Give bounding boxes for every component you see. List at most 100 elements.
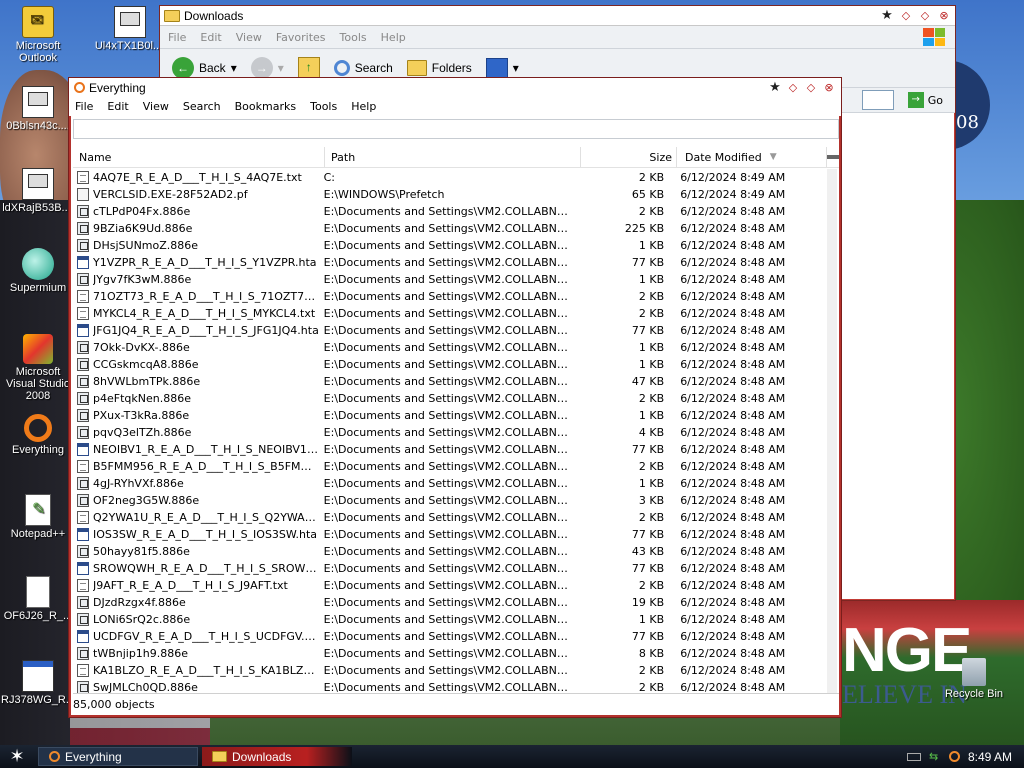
table-row[interactable]: KA1BLZO_R_E_A_D___T_H_I_S_KA1BLZO.txt E:\… xyxy=(73,662,827,679)
table-row[interactable]: Y1VZPR_R_E_A_D___T_H_I_S_Y1VZPR.hta E:\Do… xyxy=(73,254,827,271)
everything-menu-bar: File Edit View Search Bookmarks Tools He… xyxy=(69,97,841,116)
table-row[interactable]: pqvQ3elTZh.886e E:\Documents and Settings… xyxy=(73,424,827,441)
table-row[interactable]: cTLPdP04Fx.886e E:\Documents and Settings… xyxy=(73,203,827,220)
table-row[interactable]: 8hVWLbmTPk.886e E:\Documents and Settings… xyxy=(73,373,827,390)
search-input[interactable] xyxy=(73,119,839,139)
table-row[interactable]: CCGskmcqA8.886e E:\Documents and Settings… xyxy=(73,356,827,373)
table-row[interactable]: B5FMM956_R_E_A_D___T_H_I_S_B5FMM956... E:… xyxy=(73,458,827,475)
menu-bookmarks[interactable]: Bookmarks xyxy=(235,100,296,113)
menu-help[interactable]: Help xyxy=(351,100,376,113)
menu-tools[interactable]: Tools xyxy=(310,100,337,113)
cell-path: E:\Documents and Settings\VM2.COLLABNET\… xyxy=(323,494,575,507)
table-row[interactable]: tWBnjip1h9.886e E:\Documents and Settings… xyxy=(73,645,827,662)
pin-star-icon[interactable]: ★ xyxy=(767,80,783,95)
hta-file-icon xyxy=(77,443,89,456)
desktop-icon-everything[interactable]: Everything xyxy=(0,414,76,456)
cell-date-modified: 6/12/2024 8:48 AM xyxy=(680,460,786,473)
chevron-down-icon[interactable]: ▾ xyxy=(231,61,237,75)
maximize-button[interactable]: ◇ xyxy=(803,80,819,95)
table-row[interactable]: JFG1JQ4_R_E_A_D___T_H_I_S_JFG1JQ4.hta E:\… xyxy=(73,322,827,339)
column-header-name[interactable]: Name xyxy=(73,147,325,167)
desktop-icon-exe-3[interactable]: ldXRajB53B.... xyxy=(0,168,76,214)
minimize-button[interactable]: ◇ xyxy=(785,80,801,95)
menu-view[interactable]: View xyxy=(143,100,169,113)
table-row[interactable]: IOS3SW_R_E_A_D___T_H_I_S_IOS3SW.hta E:\Do… xyxy=(73,526,827,543)
menu-help[interactable]: Help xyxy=(381,31,406,44)
minimize-button[interactable]: ◇ xyxy=(898,8,914,23)
taskbar-item-downloads[interactable]: Downloads xyxy=(202,747,352,766)
menu-search[interactable]: Search xyxy=(183,100,221,113)
table-row[interactable]: UCDFGV_R_E_A_D___T_H_I_S_UCDFGV.hta E:\Do… xyxy=(73,628,827,645)
table-row[interactable]: DJzdRzgx4f.886e E:\Documents and Settings… xyxy=(73,594,827,611)
table-row[interactable]: OF2neg3G5W.886e E:\Documents and Settings… xyxy=(73,492,827,509)
column-header-date-modified[interactable]: Date Modified ▼ xyxy=(677,147,827,167)
table-row[interactable]: LONi6SrQ2c.886e E:\Documents and Settings… xyxy=(73,611,827,628)
search-button[interactable]: Search xyxy=(330,58,397,78)
network-icon[interactable]: ⇆ xyxy=(929,751,941,763)
table-row[interactable]: Q2YWA1U_R_E_A_D___T_H_I_S_Q2YWA1U.... E:\… xyxy=(73,509,827,526)
table-row[interactable]: 9BZia6K9Ud.886e E:\Documents and Settings… xyxy=(73,220,827,237)
results-scrollbar[interactable] xyxy=(827,169,837,695)
table-row[interactable]: 71OZT73_R_E_A_D___T_H_I_S_71OZT73.txt E:\… xyxy=(73,288,827,305)
menu-tools[interactable]: Tools xyxy=(340,31,367,44)
desktop-icon-exe-1[interactable]: Ul4xTX1B0l.... xyxy=(92,6,168,52)
menu-view[interactable]: View xyxy=(236,31,262,44)
desktop-icon-window-file[interactable]: RJ378WG_R... xyxy=(0,660,76,706)
table-row[interactable]: 4AQ7E_R_E_A_D___T_H_I_S_4AQ7E.txt C: 2 KB 6… xyxy=(73,169,827,186)
clock[interactable]: 8:49 AM xyxy=(968,750,1012,764)
chevron-down-icon[interactable]: ▾ xyxy=(278,61,284,75)
desktop-icon-recycle-bin[interactable]: Recycle Bin xyxy=(936,658,1012,700)
table-row[interactable]: NEOIBV1_R_E_A_D___T_H_I_S_NEOIBV1.hta E:\… xyxy=(73,441,827,458)
cell-path: E:\Documents and Settings\VM2.COLLABNET\… xyxy=(323,409,575,422)
pin-star-icon[interactable]: ★ xyxy=(879,8,895,23)
start-button[interactable]: ✶ xyxy=(0,745,34,768)
table-row[interactable]: VERCLSID.EXE-28F52AD2.pf E:\WINDOWS\Prefe… xyxy=(73,186,827,203)
file-name: KA1BLZO_R_E_A_D___T_H_I_S_KA1BLZO.txt xyxy=(93,664,320,677)
desktop-icon-document[interactable]: OF6J26_R_... xyxy=(0,576,76,622)
desktop-icon-outlook[interactable]: Microsoft Outlook xyxy=(0,6,76,64)
table-row[interactable]: 50hayy81f5.886e E:\Documents and Settings… xyxy=(73,543,827,560)
taskbar-item-everything[interactable]: Everything xyxy=(38,747,198,766)
menu-file[interactable]: File xyxy=(75,100,93,113)
everything-tray-icon[interactable] xyxy=(948,751,960,762)
go-button[interactable]: → Go xyxy=(907,92,943,108)
close-button[interactable]: ⊗ xyxy=(936,8,952,23)
maximize-button[interactable]: ◇ xyxy=(917,8,933,23)
back-arrow-icon: ← xyxy=(172,57,194,79)
everything-window[interactable]: Everything ★ ◇ ◇ ⊗ File Edit View Search… xyxy=(68,77,842,718)
menu-favorites[interactable]: Favorites xyxy=(276,31,326,44)
table-row[interactable]: 7Okk-DvKX-.886e E:\Documents and Settings… xyxy=(73,339,827,356)
desktop-icon-supermium[interactable]: Supermium xyxy=(0,248,76,294)
desktop-icon-label: 0Bblsn43c.... xyxy=(6,120,70,132)
table-row[interactable]: MYKCL4_R_E_A_D___T_H_I_S_MYKCL4.txt E:\Do… xyxy=(73,305,827,322)
keyboard-icon[interactable] xyxy=(906,752,921,761)
table-row[interactable]: p4eFtqkNen.886e E:\Documents and Settings… xyxy=(73,390,827,407)
desktop-icon-exe-2[interactable]: 0Bblsn43c.... xyxy=(0,86,76,132)
downloads-title-bar[interactable]: Downloads ★ ◇ ◇ ⊗ xyxy=(160,6,955,26)
address-input[interactable] xyxy=(861,90,894,110)
cell-size: 2 KB xyxy=(638,511,665,524)
table-row[interactable]: PXux-T3kRa.886e E:\Documents and Settings… xyxy=(73,407,827,424)
file-name: IOS3SW_R_E_A_D___T_H_I_S_IOS3SW.hta xyxy=(93,528,318,541)
menu-edit[interactable]: Edit xyxy=(200,31,221,44)
table-row[interactable]: 4gJ-RYhVXf.886e E:\Documents and Settings… xyxy=(73,475,827,492)
back-label: Back xyxy=(199,61,226,75)
menu-file[interactable]: File xyxy=(168,31,186,44)
table-row[interactable]: J9AFT_R_E_A_D___T_H_I_S_J9AFT.txt E:\Docu… xyxy=(73,577,827,594)
close-button[interactable]: ⊗ xyxy=(821,80,837,95)
exe-icon xyxy=(22,168,54,200)
column-header-path[interactable]: Path xyxy=(325,147,581,167)
everything-title-bar[interactable]: Everything ★ ◇ ◇ ⊗ xyxy=(69,78,841,97)
table-row[interactable]: SROWQWH_R_E_A_D___T_H_I_S_SROWQ... E:\Doc… xyxy=(73,560,827,577)
chevron-down-icon[interactable]: ▾ xyxy=(513,61,519,75)
menu-edit[interactable]: Edit xyxy=(107,100,128,113)
cell-name: IOS3SW_R_E_A_D___T_H_I_S_IOS3SW.hta xyxy=(73,528,320,541)
folders-button[interactable]: Folders xyxy=(403,58,476,78)
column-header-size[interactable]: Size xyxy=(581,147,677,167)
binary-file-icon xyxy=(77,494,89,507)
desktop-icon-notepad-plus-plus[interactable]: Notepad++ xyxy=(0,494,76,540)
desktop-icon-visual-studio[interactable]: Microsoft Visual Studio 2008 xyxy=(0,334,76,402)
file-name: 7Okk-DvKX-.886e xyxy=(93,341,190,354)
table-row[interactable]: DHsjSUNmoZ.886e E:\Documents and Settings… xyxy=(73,237,827,254)
table-row[interactable]: JYgv7fK3wM.886e E:\Documents and Settings… xyxy=(73,271,827,288)
